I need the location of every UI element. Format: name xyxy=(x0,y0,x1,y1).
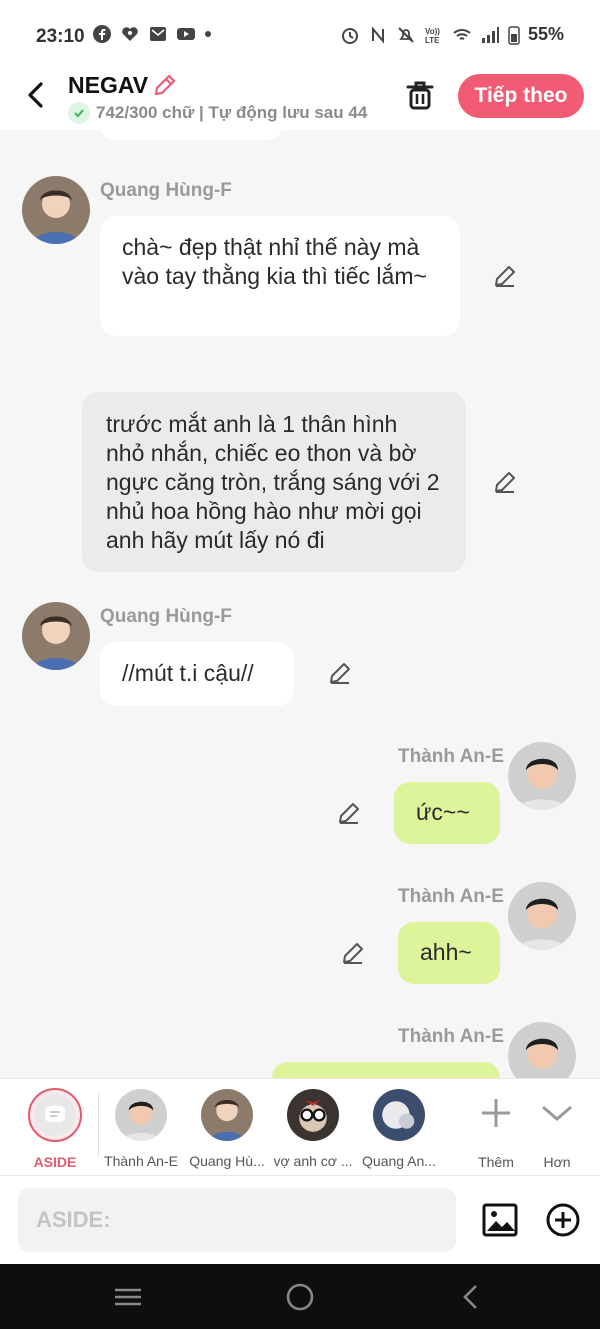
message-bubble[interactable]: //mút t.i cậu// xyxy=(100,642,294,706)
avatar-quang-an xyxy=(373,1089,425,1141)
chat-area[interactable]: Quang Hùng-F chà~ đẹp thật nhỉ thế này m… xyxy=(0,130,600,1078)
edit-message-pencil-icon[interactable] xyxy=(340,940,366,966)
picker-label: vợ anh cơ ... xyxy=(273,1153,353,1169)
avatar-thanh-an[interactable] xyxy=(508,1022,576,1078)
back-nav-icon[interactable] xyxy=(456,1282,488,1312)
picker-item-aside[interactable]: ASIDE xyxy=(11,1087,99,1170)
battery-icon xyxy=(508,25,520,45)
message-bubble-partial[interactable] xyxy=(100,130,282,140)
system-nav-bar xyxy=(0,1264,600,1329)
mail-icon xyxy=(150,27,166,41)
alarm-icon xyxy=(341,27,358,44)
aside-avatar xyxy=(28,1088,82,1142)
edit-message-pencil-icon[interactable] xyxy=(492,263,518,289)
chevron-down-icon xyxy=(542,1105,572,1121)
aside-bubble[interactable]: trước mắt anh là 1 thân hình nhỏ nhắn, c… xyxy=(82,392,466,572)
word-count-line: 742/300 chữ | Tự động lưu sau 44 xyxy=(68,102,367,124)
wifi-icon xyxy=(453,28,471,40)
word-count-autosave: 742/300 chữ | Tự động lưu sau 44 xyxy=(96,103,368,122)
image-icon[interactable] xyxy=(482,1202,518,1238)
recents-menu-icon[interactable] xyxy=(112,1282,144,1312)
picker-label: Quang Hù... xyxy=(189,1153,265,1169)
picker-label: Thành An-E xyxy=(104,1153,178,1169)
edit-message-pencil-icon[interactable] xyxy=(492,469,518,495)
speaker-name: Quang Hùng-F xyxy=(100,180,232,201)
mute-icon xyxy=(398,26,414,43)
dot-icon xyxy=(205,31,211,37)
message-bubble[interactable]: ức~~ xyxy=(394,782,500,844)
aside-bubble-icon xyxy=(45,1106,65,1122)
less-label: Hơn xyxy=(543,1154,571,1170)
svg-text:LTE: LTE xyxy=(425,36,440,45)
heart-app-icon xyxy=(122,27,138,41)
avatar-quang-hung xyxy=(201,1089,253,1141)
back-arrow-icon xyxy=(28,82,43,108)
speaker-name: Thành An-E xyxy=(398,746,504,767)
message-bubble[interactable]: ahh~ xyxy=(398,922,500,984)
next-button[interactable]: Tiếp theo xyxy=(458,74,584,118)
avatar-quang-hung[interactable] xyxy=(22,176,90,244)
editor-header: NEGAV 742/300 chữ | Tự động lưu sau 44 T… xyxy=(0,70,600,130)
avatar-thanh-an[interactable] xyxy=(508,882,576,950)
status-bar: 23:10 Vo)) LTE 55% xyxy=(0,0,600,70)
picker-label: Quang An... xyxy=(362,1153,436,1169)
character-picker: ASIDE Thành An-E Quang Hù... vợ anh cơ .… xyxy=(0,1078,600,1176)
collapse-picker-button[interactable]: Hơn xyxy=(513,1087,600,1170)
speaker-name: Thành An-E xyxy=(398,886,504,907)
back-button[interactable] xyxy=(20,78,50,112)
message-bubble[interactable]: chà~ đẹp thật nhỉ thế này mà vào tay thằ… xyxy=(100,216,460,336)
home-circle-icon[interactable] xyxy=(284,1282,316,1312)
speaker-name: Thành An-E xyxy=(398,1026,504,1047)
youtube-icon xyxy=(177,28,195,40)
status-notification-icons xyxy=(92,24,212,44)
status-time: 23:10 xyxy=(36,26,85,47)
picker-item-quang-an[interactable]: Quang An... xyxy=(355,1087,443,1169)
facebook-icon xyxy=(93,25,111,43)
trash-icon[interactable] xyxy=(404,78,436,112)
picker-item-vo-anh[interactable]: vợ anh cơ ... xyxy=(269,1087,357,1169)
edit-message-pencil-icon[interactable] xyxy=(336,800,362,826)
nfc-icon xyxy=(371,25,384,44)
edit-title-pencil-icon[interactable] xyxy=(152,72,178,98)
add-circle-icon[interactable] xyxy=(545,1202,581,1238)
avatar-thanh-an xyxy=(115,1089,167,1141)
story-title[interactable]: NEGAV xyxy=(68,72,148,99)
svg-text:Vo)): Vo)) xyxy=(425,27,440,36)
volte-icon: Vo))LTE xyxy=(425,27,440,45)
status-system-icons: Vo)) LTE 55% xyxy=(340,24,564,45)
saved-check-icon xyxy=(68,102,90,124)
picker-item-quang-hung[interactable]: Quang Hù... xyxy=(183,1087,271,1169)
avatar-vo-anh xyxy=(287,1089,339,1141)
avatar-thanh-an[interactable] xyxy=(508,742,576,810)
message-bubble-partial[interactable] xyxy=(272,1062,500,1078)
picker-item-thanh-an[interactable]: Thành An-E xyxy=(97,1087,185,1169)
picker-label: ASIDE xyxy=(33,1154,77,1170)
aside-input[interactable] xyxy=(18,1188,456,1252)
signal-icon xyxy=(481,26,499,43)
composer xyxy=(0,1176,600,1264)
battery-percent: 55% xyxy=(527,24,564,44)
edit-message-pencil-icon[interactable] xyxy=(327,660,353,686)
avatar-quang-hung[interactable] xyxy=(22,602,90,670)
speaker-name: Quang Hùng-F xyxy=(100,606,232,627)
